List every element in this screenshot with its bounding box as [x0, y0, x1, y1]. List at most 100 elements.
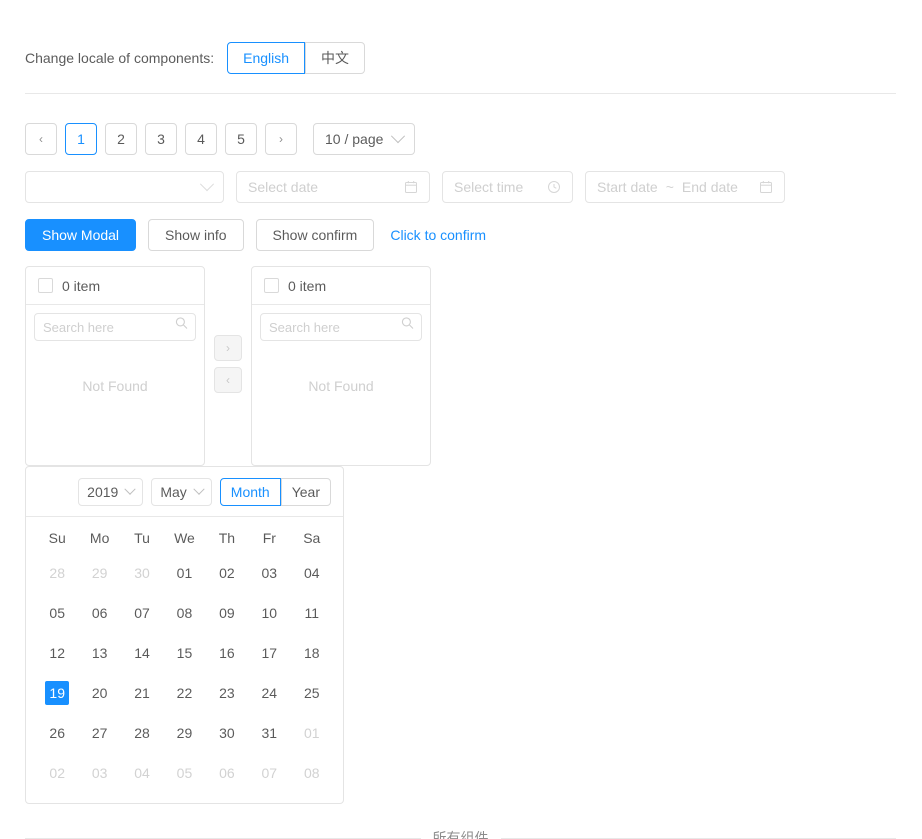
- calendar-day-cell[interactable]: 06: [78, 593, 120, 633]
- locale-option-english[interactable]: English: [227, 42, 306, 74]
- show-confirm-button[interactable]: Show confirm: [255, 219, 375, 251]
- show-modal-button[interactable]: Show Modal: [25, 219, 137, 251]
- calendar-day-cell[interactable]: 03: [78, 753, 120, 793]
- checkbox-unchecked-icon[interactable]: [264, 278, 279, 293]
- calendar-day-label: 25: [303, 685, 320, 701]
- calendar-day-label: 02: [219, 565, 235, 581]
- calendar-day-label: 10: [261, 605, 278, 621]
- transfer-component: 0 item Not Found › ‹ 0 item: [25, 266, 431, 466]
- time-picker-placeholder: Select time: [454, 179, 524, 195]
- locale-option-chinese[interactable]: 中文: [305, 42, 366, 74]
- click-to-confirm-link[interactable]: Click to confirm: [390, 227, 486, 243]
- calendar-day-cell[interactable]: 01: [291, 713, 333, 753]
- transfer-left-search-input[interactable]: [34, 313, 196, 341]
- calendar-day-cell[interactable]: 29: [163, 713, 205, 753]
- calendar-day-cell[interactable]: 30: [206, 713, 248, 753]
- calendar-day-cell[interactable]: 19: [36, 673, 78, 713]
- calendar-weekday: Su: [48, 530, 66, 546]
- calendar-day-cell[interactable]: 12: [36, 633, 78, 673]
- calendar-day-cell[interactable]: 08: [163, 593, 205, 633]
- calendar-day-label: 12: [49, 645, 65, 661]
- calendar-weekday: Mo: [89, 530, 110, 546]
- pagination-page-1[interactable]: 1: [65, 123, 97, 155]
- calendar-day-cell[interactable]: 07: [121, 593, 163, 633]
- calendar-day-cell[interactable]: 02: [36, 753, 78, 793]
- calendar-day-label: 05: [176, 765, 193, 781]
- transfer-to-left-button[interactable]: ‹: [214, 367, 242, 393]
- calendar-day-cell[interactable]: 13: [78, 633, 120, 673]
- calendar-day-cell[interactable]: 08: [291, 753, 333, 793]
- calendar-day-cell[interactable]: 04: [291, 553, 333, 593]
- calendar-day-cell[interactable]: 31: [248, 713, 290, 753]
- transfer-right-search-input[interactable]: [260, 313, 422, 341]
- calendar-week-row: 19 20 21 22 23 24 25: [36, 673, 333, 713]
- date-range-picker-input[interactable]: Start date ~ End date: [585, 171, 785, 203]
- calendar-day-cell[interactable]: 18: [291, 633, 333, 673]
- calendar-day-cell[interactable]: 30: [121, 553, 163, 593]
- calendar-day-label: 08: [176, 605, 193, 621]
- calendar-day-cell[interactable]: 02: [206, 553, 248, 593]
- calendar-day-label: 30: [219, 725, 235, 741]
- pagination-page-size-select[interactable]: 10 / page: [313, 123, 416, 155]
- calendar-day-cell[interactable]: 22: [163, 673, 205, 713]
- calendar-day-label: 16: [219, 645, 235, 661]
- calendar-day-cell[interactable]: 28: [121, 713, 163, 753]
- calendar-day-cell[interactable]: 09: [206, 593, 248, 633]
- pagination-page-5[interactable]: 5: [225, 123, 257, 155]
- calendar-day-cell[interactable]: 15: [163, 633, 205, 673]
- calendar-weekday: Tu: [134, 530, 150, 546]
- calendar-day-cell[interactable]: 03: [248, 553, 290, 593]
- calendar-day-cell[interactable]: 26: [36, 713, 78, 753]
- calendar-day-cell[interactable]: 20: [78, 673, 120, 713]
- calendar-mode-month[interactable]: Month: [219, 477, 281, 506]
- calendar-day-cell[interactable]: 01: [163, 553, 205, 593]
- calendar-day-cell[interactable]: 05: [36, 593, 78, 633]
- pagination-page-4[interactable]: 4: [185, 123, 217, 155]
- calendar-day-cell[interactable]: 27: [78, 713, 120, 753]
- calendar-day-cell[interactable]: 14: [121, 633, 163, 673]
- calendar-day-cell[interactable]: 11: [291, 593, 333, 633]
- calendar-day-label: 29: [176, 725, 193, 741]
- locale-switcher: Change locale of components: English 中文: [25, 42, 366, 74]
- calendar-day-cell[interactable]: 29: [78, 553, 120, 593]
- footer-divider: 所有组件: [25, 828, 896, 839]
- transfer-to-right-button[interactable]: ›: [214, 335, 242, 361]
- calendar-day-cell[interactable]: 07: [248, 753, 290, 793]
- calendar-day-cell[interactable]: 21: [121, 673, 163, 713]
- transfer-right-search-wrap: [252, 305, 430, 341]
- calendar-day-cell[interactable]: 17: [248, 633, 290, 673]
- calendar-panel: 2019 May Month Year Su Mo Tu We Th Fr Sa…: [25, 466, 344, 804]
- calendar-day-cell[interactable]: 16: [206, 633, 248, 673]
- footer-label: 所有组件: [432, 830, 489, 839]
- pagination-next-icon[interactable]: ›: [265, 123, 297, 155]
- calendar-day-cell[interactable]: 10: [248, 593, 290, 633]
- calendar-day-cell[interactable]: 05: [163, 753, 205, 793]
- transfer-panel-left: 0 item Not Found: [25, 266, 205, 466]
- calendar-day-label: 11: [304, 605, 320, 621]
- calendar-month-select[interactable]: May: [151, 477, 212, 506]
- chevron-down-icon: [193, 483, 205, 495]
- calendar-day-cell[interactable]: 06: [206, 753, 248, 793]
- checkbox-unchecked-icon[interactable]: [38, 278, 53, 293]
- calendar-day-cell[interactable]: 04: [121, 753, 163, 793]
- pagination-page-3[interactable]: 3: [145, 123, 177, 155]
- calendar-day-label: 03: [261, 565, 278, 581]
- button-row: Show Modal Show info Show confirm Click …: [25, 219, 486, 251]
- calendar-year-select[interactable]: 2019: [78, 477, 144, 506]
- pagination-prev-icon[interactable]: ‹: [25, 123, 57, 155]
- select-input[interactable]: [25, 171, 224, 203]
- date-picker-input[interactable]: Select date: [236, 171, 430, 203]
- show-info-button[interactable]: Show info: [148, 219, 244, 251]
- calendar-day-cell[interactable]: 25: [291, 673, 333, 713]
- locale-radio-group[interactable]: English 中文: [227, 42, 366, 74]
- pagination-page-2[interactable]: 2: [105, 123, 137, 155]
- calendar-mode-year[interactable]: Year: [280, 477, 331, 506]
- calendar-day-label: 02: [49, 765, 65, 781]
- calendar-day-cell[interactable]: 24: [248, 673, 290, 713]
- calendar-day-label: 06: [219, 765, 235, 781]
- calendar-day-cell[interactable]: 28: [36, 553, 78, 593]
- time-picker-input[interactable]: Select time: [442, 171, 573, 203]
- calendar-day-label: 09: [219, 605, 235, 621]
- calendar-day-cell[interactable]: 23: [206, 673, 248, 713]
- calendar-weekday: We: [174, 530, 195, 546]
